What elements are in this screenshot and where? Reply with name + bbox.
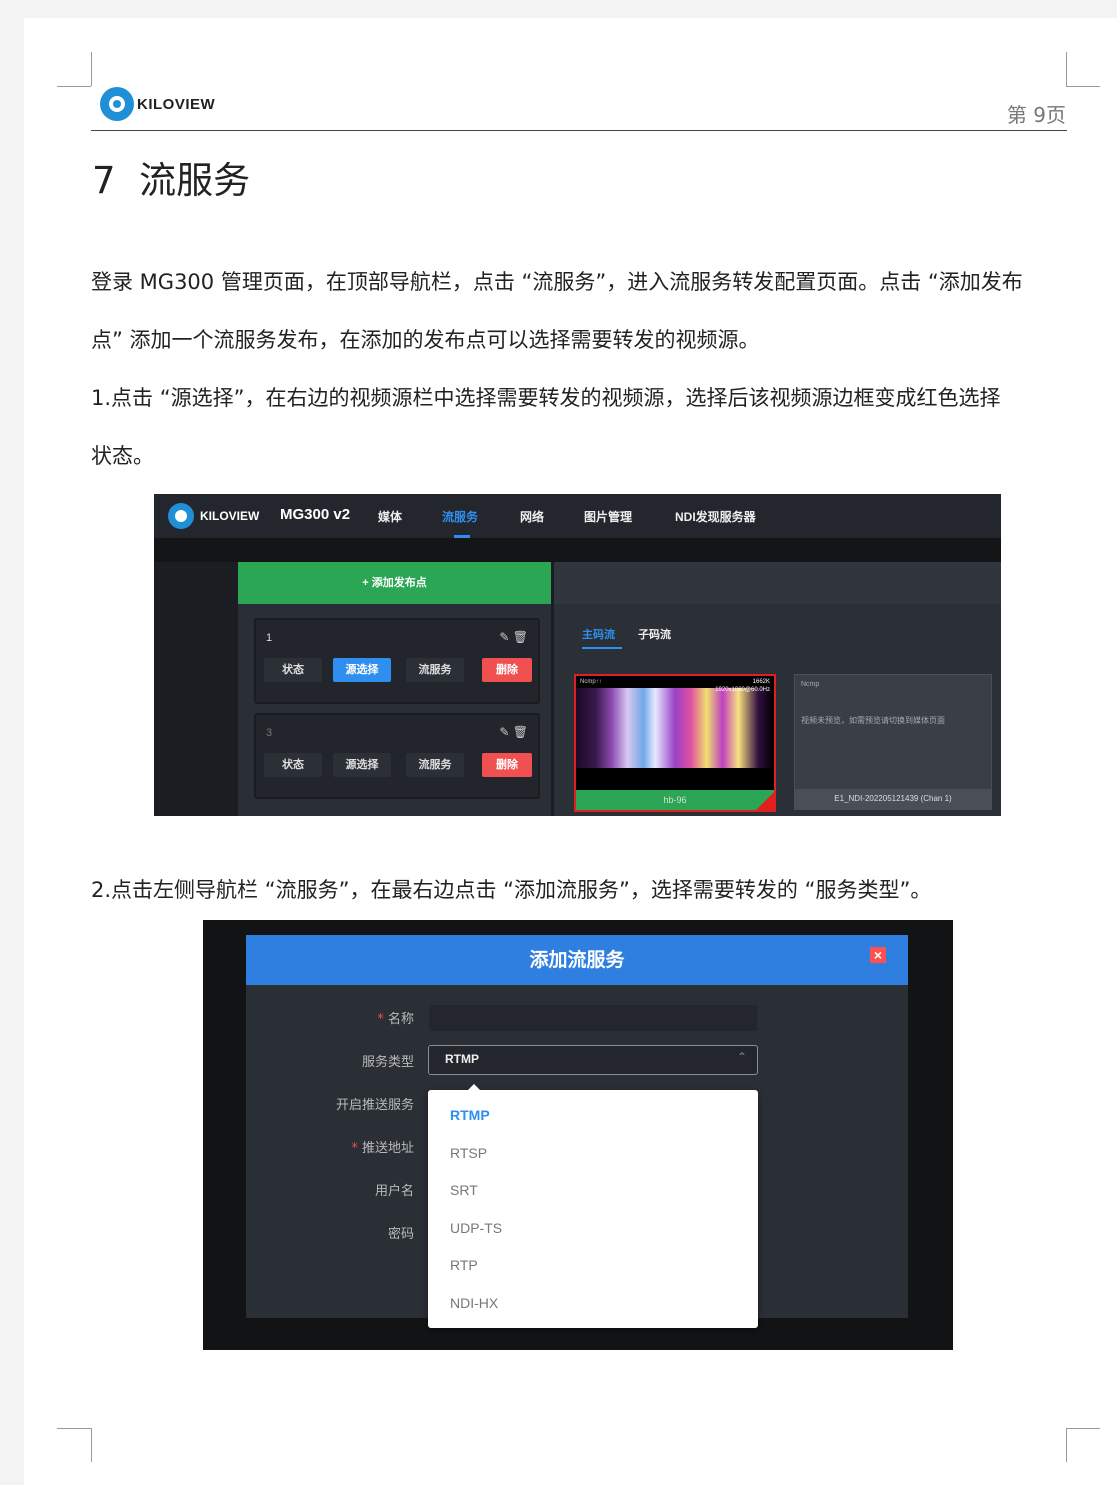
- step1-line-2: 状态。: [91, 444, 154, 468]
- brand-logo: KILOVIEW: [100, 86, 215, 122]
- edit-delete-icons[interactable]: ✎ 🗑: [499, 725, 528, 739]
- crop-mark-bottom-right-v: [1066, 1428, 1067, 1462]
- publish-card: 1 ✎ 🗑 状态 源选择 流服务 删除: [254, 618, 540, 704]
- brand-name: KILOVIEW: [137, 95, 216, 113]
- video-preview-image: [576, 688, 774, 768]
- label-name: * 名称: [377, 1012, 414, 1027]
- source-label: hb-96: [576, 790, 774, 810]
- close-icon[interactable]: ×: [870, 947, 886, 963]
- crop-mark-bottom-right-h: [1066, 1428, 1100, 1429]
- nav-image-management[interactable]: 图片管理: [584, 508, 632, 525]
- app-brand: KILOVIEW: [200, 509, 260, 523]
- app-sub-bar: [154, 538, 1001, 562]
- option-rtsp[interactable]: RTSP: [450, 1145, 487, 1161]
- section-heading: 7 流服务: [92, 150, 250, 204]
- card-number: 1: [266, 632, 273, 644]
- source-thumbnail[interactable]: Ncmp 视频未预览，如需预览请切换到媒体页面 E1_NDI-202205121…: [794, 674, 992, 810]
- delete-button[interactable]: 删除: [482, 753, 532, 777]
- crop-mark-top-right-h: [1066, 86, 1100, 87]
- crop-mark-top-left-v: [91, 52, 92, 86]
- selected-value: RTMP: [445, 1052, 479, 1066]
- option-rtmp[interactable]: RTMP: [450, 1107, 490, 1123]
- label-push-address: * 推送地址: [351, 1141, 414, 1156]
- dialog-title: 添加流服务: [246, 935, 908, 985]
- header-divider: [91, 130, 1067, 131]
- chevron-up-icon: ⌃: [736, 1050, 747, 1064]
- nav-network[interactable]: 网络: [520, 508, 544, 525]
- source-meta: 1662K 1920x1080@60.0Hz: [715, 679, 770, 693]
- screenshot-add-stream-service: 添加流服务 × * 名称 服务类型 RTMP ⌃ 开启推送服务 * 推送地址 用…: [203, 920, 953, 1350]
- edit-delete-icons[interactable]: ✎ 🗑: [499, 630, 528, 644]
- stream-service-button[interactable]: 流服务: [406, 658, 464, 682]
- stream-service-button[interactable]: 流服务: [406, 753, 464, 777]
- tab-sub-stream[interactable]: 子码流: [638, 626, 671, 642]
- source-select-button[interactable]: 源选择: [333, 753, 391, 777]
- source-select-button[interactable]: 源选择: [333, 658, 391, 682]
- label-username: 用户名: [374, 1184, 414, 1199]
- section-title: 流服务: [139, 159, 251, 202]
- delete-button[interactable]: 删除: [482, 658, 532, 682]
- label-password: 密码: [387, 1227, 414, 1242]
- crop-mark-top-left-h: [57, 86, 91, 87]
- tab-main-stream[interactable]: 主码流: [582, 626, 615, 642]
- page-number: 第 9页: [1006, 103, 1066, 127]
- step2-text: 2.点击左侧导航栏 “流服务”，在最右边点击 “添加流服务”，选择需要转发的 “…: [91, 878, 932, 902]
- label-service-type: 服务类型: [361, 1055, 414, 1070]
- nav-ndi-discovery[interactable]: NDI发现服务器: [675, 508, 756, 525]
- intro-line-1: 登录 MG300 管理页面，在顶部导航栏，点击 “流服务”，进入流服务转发配置页…: [91, 270, 1023, 294]
- selected-check-icon: [756, 792, 774, 810]
- app-top-bar: KILOVIEW MG300 v2 媒体 流服务 网络 图片管理 NDI发现服务…: [154, 494, 1001, 538]
- nav-stream-service[interactable]: 流服务: [442, 508, 478, 525]
- section-number: 7: [92, 159, 116, 202]
- nav-media[interactable]: 媒体: [378, 508, 402, 525]
- add-stream-service-dialog: 添加流服务 × * 名称 服务类型 RTMP ⌃ 开启推送服务 * 推送地址 用…: [246, 935, 908, 1328]
- option-udp-ts[interactable]: UDP-TS: [450, 1220, 502, 1236]
- crop-mark-bottom-left-v: [91, 1428, 92, 1462]
- option-ndi-hx[interactable]: NDI-HX: [450, 1295, 498, 1311]
- crop-mark-top-right-v: [1066, 52, 1067, 86]
- app-logo-icon: [168, 503, 194, 529]
- intro-line-2: 点” 添加一个流服务发布，在添加的发布点可以选择需要转发的视频源。: [91, 328, 760, 352]
- dropdown-caret: [468, 1084, 480, 1090]
- logo-icon: [100, 87, 134, 121]
- card-number: 3: [266, 727, 273, 739]
- status-button[interactable]: 状态: [264, 753, 322, 777]
- source-corner-text: Ncmp: [801, 681, 820, 688]
- label-push-service: 开启推送服务: [335, 1098, 414, 1113]
- source-panel-header: [554, 562, 1001, 604]
- name-input[interactable]: [429, 1005, 757, 1031]
- step1-line-1: 1.点击 “源选择”，在右边的视频源栏中选择需要转发的视频源，选择后该视频源边框…: [91, 386, 1001, 410]
- crop-mark-bottom-left-h: [57, 1428, 91, 1429]
- app-product: MG300 v2: [280, 506, 351, 523]
- source-message: 视频未预览，如需预览请切换到媒体页面: [801, 716, 945, 725]
- source-panel: 主码流 子码流 Ncmp↑↑ 1662K 1920x1080@60.0Hz hb…: [554, 562, 1001, 816]
- source-corner-text: Ncmp↑↑: [580, 679, 602, 685]
- tab-active-indicator: [582, 647, 622, 649]
- screenshot-stream-publish: KILOVIEW MG300 v2 媒体 流服务 网络 图片管理 NDI发现服务…: [154, 494, 1001, 816]
- publish-panel: + 添加发布点 1 ✎ 🗑 状态 源选择 流服务 删除 3 ✎ 🗑 状态 源选择…: [238, 562, 551, 816]
- option-rtp[interactable]: RTP: [450, 1257, 478, 1273]
- service-type-dropdown: RTMP RTSP SRT UDP-TS RTP NDI-HX: [428, 1084, 758, 1328]
- source-label: E1_NDI-202205121439 (Chan 1): [795, 789, 991, 809]
- status-button[interactable]: 状态: [264, 658, 322, 682]
- add-publish-point-button[interactable]: + 添加发布点: [238, 562, 551, 604]
- source-thumbnail-selected[interactable]: Ncmp↑↑ 1662K 1920x1080@60.0Hz hb-96: [574, 674, 776, 812]
- option-srt[interactable]: SRT: [450, 1182, 478, 1198]
- publish-card: 3 ✎ 🗑 状态 源选择 流服务 删除: [254, 713, 540, 799]
- service-type-select[interactable]: RTMP ⌃: [428, 1045, 758, 1075]
